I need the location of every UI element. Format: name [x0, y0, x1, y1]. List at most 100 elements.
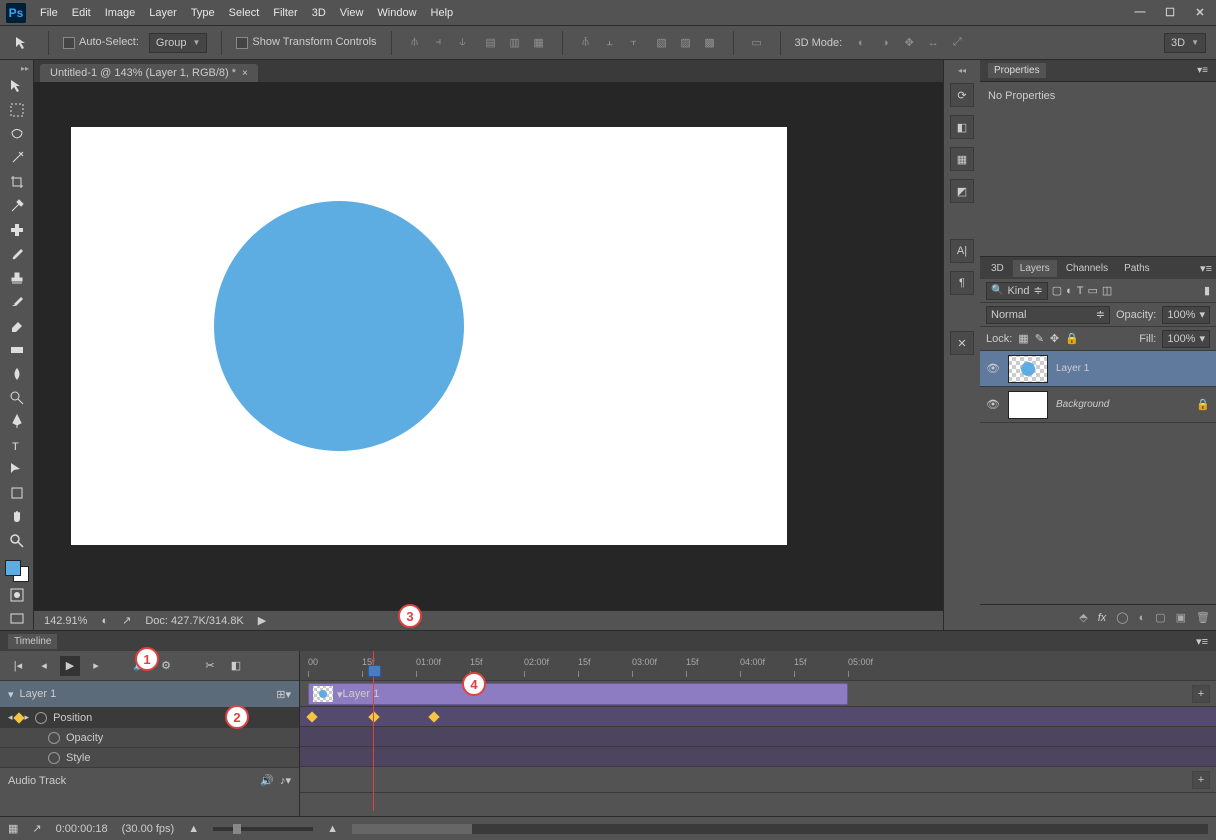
brush-tool[interactable] [5, 243, 29, 265]
layer-kind-dropdown[interactable]: 🔍Kind≑ [986, 282, 1048, 300]
dock-tools-icon[interactable]: ✕ [950, 331, 974, 355]
zoom-level[interactable]: 142.91% [44, 615, 87, 627]
export-icon[interactable]: ↗ [122, 614, 131, 627]
maximize-button[interactable]: ☐ [1160, 6, 1180, 19]
position-track[interactable] [300, 707, 1216, 727]
play-button[interactable]: ▶ [60, 656, 80, 676]
crop-tool[interactable] [5, 171, 29, 193]
align-bottom-icon[interactable]: ⫝ [454, 34, 472, 52]
menu-layer[interactable]: Layer [149, 7, 177, 19]
group-icon[interactable]: ▢ [1155, 611, 1165, 624]
keyframe[interactable] [428, 711, 439, 722]
filter-type-icon[interactable]: T [1077, 285, 1084, 297]
wand-tool[interactable] [5, 147, 29, 169]
filter-adjust-icon[interactable]: ◐ [1066, 285, 1073, 297]
properties-tab[interactable]: Properties [988, 63, 1046, 78]
canvas[interactable] [71, 127, 787, 545]
gradient-tool[interactable] [5, 339, 29, 361]
timeline-scrollbar[interactable] [352, 824, 1208, 834]
zoom-slider[interactable] [213, 827, 313, 831]
tab-channels[interactable]: Channels [1059, 260, 1115, 277]
menu-help[interactable]: Help [431, 7, 454, 19]
hand-tool[interactable] [5, 506, 29, 528]
heal-tool[interactable] [5, 219, 29, 241]
distribute-top-icon[interactable]: ⫚ [577, 34, 595, 52]
distribute-hcenter-icon[interactable]: ▨ [677, 34, 695, 52]
align-left-icon[interactable]: ▤ [482, 34, 500, 52]
dock-adjustments-icon[interactable]: ◩ [950, 179, 974, 203]
audio-mute-icon[interactable]: 🔊 [260, 774, 274, 787]
new-layer-icon[interactable]: ▣ [1176, 611, 1186, 624]
layer-thumbnail[interactable] [1008, 391, 1048, 419]
fx-icon[interactable]: fx [1098, 612, 1107, 624]
align-top-icon[interactable]: ⫛ [406, 34, 424, 52]
filter-toggle[interactable]: ▮ [1204, 284, 1210, 297]
keyframe-diamond-icon[interactable] [13, 712, 24, 723]
layer-options-icon[interactable]: ⊞▾ [276, 688, 291, 701]
circle-shape[interactable] [214, 201, 464, 451]
mask-icon[interactable]: ◯ [1116, 611, 1128, 624]
workspace-dropdown[interactable]: 3D▼ [1164, 33, 1206, 53]
path-select-tool[interactable] [5, 458, 29, 480]
close-tab-icon[interactable]: × [242, 68, 248, 79]
stopwatch-icon[interactable] [48, 752, 60, 764]
goto-first-frame-button[interactable]: |◂ [8, 656, 28, 676]
align-right-icon[interactable]: ▦ [530, 34, 548, 52]
canvas-container[interactable] [34, 82, 943, 610]
history-brush-tool[interactable] [5, 291, 29, 313]
dodge-tool[interactable] [5, 387, 29, 409]
timeline-layer-header[interactable]: ▾ Layer 1 ⊞▾ [0, 681, 299, 707]
lock-all-icon[interactable]: 🔒 [1065, 332, 1079, 345]
3d-roll-icon[interactable]: ◑ [876, 34, 894, 52]
minimize-button[interactable]: — [1130, 6, 1150, 19]
add-media-button[interactable]: + [1192, 685, 1210, 703]
tab-layers[interactable]: Layers [1013, 260, 1057, 277]
auto-select-checkbox[interactable]: Auto-Select: [63, 36, 139, 48]
expand-dock-icon[interactable]: ◂◂ [958, 66, 966, 75]
close-button[interactable]: ✕ [1190, 6, 1210, 19]
3d-slide-icon[interactable]: ↔ [924, 34, 942, 52]
dock-swatches-icon[interactable]: ▦ [950, 147, 974, 171]
timeline-tab[interactable]: Timeline [8, 634, 57, 649]
3d-pan-icon[interactable]: ✥ [900, 34, 918, 52]
prev-frame-button[interactable]: ◂ [34, 656, 54, 676]
menu-edit[interactable]: Edit [72, 7, 91, 19]
layer-thumbnail[interactable] [1008, 355, 1048, 383]
link-layers-icon[interactable]: ⬘ [1079, 611, 1087, 624]
foreground-color[interactable] [5, 560, 21, 576]
align-hcenter-icon[interactable]: ▥ [506, 34, 524, 52]
split-button[interactable]: ✂ [200, 656, 220, 676]
trash-icon[interactable]: 🗑 [1196, 611, 1210, 624]
show-transform-checkbox[interactable]: Show Transform Controls [236, 36, 376, 48]
audio-options-icon[interactable]: ♪▾ [280, 774, 291, 787]
properties-menu-icon[interactable]: ▾≡ [1197, 65, 1208, 76]
exposure-icon[interactable]: ◐ [101, 615, 108, 627]
zoom-out-icon[interactable]: ▲ [188, 823, 199, 835]
menu-window[interactable]: Window [377, 7, 416, 19]
playhead[interactable] [373, 651, 374, 811]
distribute-left-icon[interactable]: ▧ [653, 34, 671, 52]
timeline-ruler[interactable]: 00 15f 01:00f 15f 02:00f 15f 03:00f 15f … [300, 651, 1216, 681]
lock-pixels-icon[interactable]: ✎ [1035, 332, 1044, 345]
dock-history-icon[interactable]: ⟳ [950, 83, 974, 107]
add-audio-button[interactable]: + [1192, 771, 1210, 789]
distribute-vcenter-icon[interactable]: ⫠ [601, 34, 619, 52]
auto-select-dropdown[interactable]: Group▼ [149, 33, 208, 53]
style-track[interactable] [300, 747, 1216, 767]
scrollbar-thumb[interactable] [352, 824, 472, 834]
timeline-prop-opacity[interactable]: Opacity [0, 727, 299, 747]
menu-select[interactable]: Select [229, 7, 260, 19]
distribute-right-icon[interactable]: ▩ [701, 34, 719, 52]
type-tool[interactable]: T [5, 434, 29, 456]
layer-name[interactable]: Layer 1 [1056, 363, 1089, 374]
settings-button[interactable]: ⚙ [156, 656, 176, 676]
adjustment-icon[interactable]: ◐ [1139, 612, 1146, 624]
zoom-tool[interactable] [5, 530, 29, 552]
expand-layer-icon[interactable]: ▾ [8, 688, 14, 701]
distribute-bottom-icon[interactable]: ⫟ [625, 34, 643, 52]
lock-transparency-icon[interactable]: ▦ [1018, 332, 1028, 345]
document-tab[interactable]: Untitled-1 @ 143% (Layer 1, RGB/8) * × [40, 64, 258, 82]
timecode[interactable]: 0:00:00:18 [56, 823, 108, 835]
visibility-icon[interactable]: 👁 [986, 362, 1000, 375]
screen-mode-tool[interactable] [5, 608, 29, 630]
